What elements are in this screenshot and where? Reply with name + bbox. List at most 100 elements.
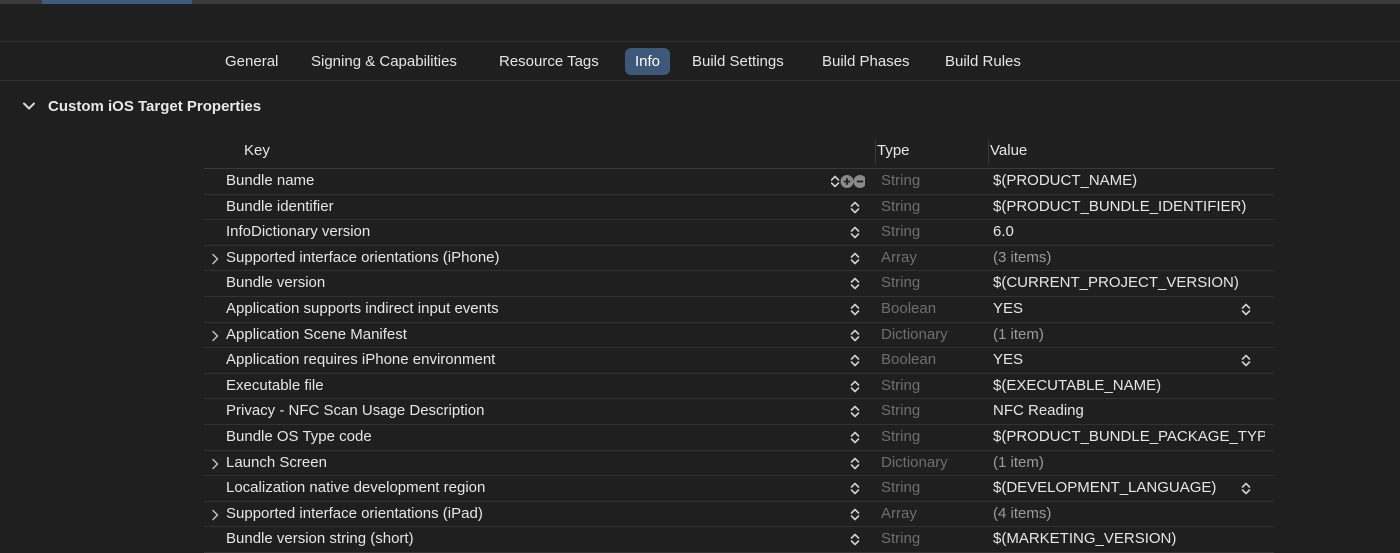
- row-value[interactable]: (1 item): [993, 451, 1265, 475]
- value-popup-stepper-icon[interactable]: [1240, 353, 1252, 368]
- row-key[interactable]: Bundle OS Type code: [226, 425, 372, 449]
- row-key[interactable]: Application supports indirect input even…: [226, 297, 499, 321]
- row-type[interactable]: String: [881, 220, 920, 244]
- row-key[interactable]: InfoDictionary version: [226, 220, 370, 244]
- table-row[interactable]: Executable file String $(EXECUTABLE_NAME): [204, 374, 1274, 400]
- tab-general[interactable]: General: [215, 48, 288, 75]
- row-type[interactable]: Array: [881, 502, 917, 526]
- tab-build-settings[interactable]: Build Settings: [682, 48, 794, 75]
- value-popup-stepper-icon[interactable]: [1240, 481, 1252, 496]
- table-row[interactable]: Supported interface orientations (iPhone…: [204, 246, 1274, 272]
- key-popup-stepper-icon[interactable]: [849, 251, 861, 266]
- row-type[interactable]: String: [881, 195, 920, 219]
- row-type[interactable]: String: [881, 169, 920, 193]
- tab-signing-capabilities[interactable]: Signing & Capabilities: [301, 48, 467, 75]
- row-value[interactable]: (1 item): [993, 323, 1265, 347]
- key-popup-stepper-icon[interactable]: [849, 456, 861, 471]
- column-header-type[interactable]: Type: [877, 138, 910, 168]
- chevron-down-icon[interactable]: [22, 99, 36, 113]
- tab-build-phases[interactable]: Build Phases: [812, 48, 920, 75]
- row-key[interactable]: Localization native development region: [226, 476, 485, 500]
- row-key[interactable]: Supported interface orientations (iPad): [226, 502, 483, 526]
- row-key[interactable]: Executable file: [226, 374, 324, 398]
- key-popup-stepper-icon[interactable]: [849, 225, 861, 240]
- tab-build-rules[interactable]: Build Rules: [935, 48, 1031, 75]
- row-value[interactable]: (3 items): [993, 246, 1265, 270]
- table-row[interactable]: Launch Screen Dictionary (1 item): [204, 451, 1274, 477]
- info-plist-table: Key Type Value Bundle name String $(PRODUC…: [204, 138, 1274, 553]
- tab-info[interactable]: Info: [625, 48, 671, 75]
- row-key[interactable]: Bundle version string (short): [226, 527, 414, 551]
- table-row[interactable]: Application requires iPhone environment B…: [204, 348, 1274, 374]
- column-header-key[interactable]: Key: [244, 138, 270, 168]
- row-type[interactable]: String: [881, 476, 920, 500]
- key-popup-stepper-icon[interactable]: [849, 200, 861, 215]
- row-type[interactable]: String: [881, 425, 920, 449]
- row-value[interactable]: $(MARKETING_VERSION): [993, 527, 1265, 551]
- disclosure-chevron-right-icon[interactable]: [210, 329, 220, 341]
- row-key[interactable]: Bundle name: [226, 169, 314, 193]
- key-popup-stepper-icon[interactable]: [849, 302, 861, 317]
- row-key[interactable]: Privacy - NFC Scan Usage Description: [226, 399, 484, 423]
- key-popup-stepper-icon[interactable]: [849, 353, 861, 368]
- row-type[interactable]: String: [881, 399, 920, 423]
- column-separator[interactable]: [875, 140, 876, 164]
- section-title: Custom iOS Target Properties: [48, 97, 262, 115]
- section-header[interactable]: Custom iOS Target Properties: [22, 96, 261, 116]
- value-popup-stepper-icon[interactable]: [1240, 302, 1252, 317]
- row-value[interactable]: $(PRODUCT_BUNDLE_PACKAGE_TYP: [993, 425, 1265, 449]
- key-popup-stepper-icon[interactable]: [849, 404, 861, 419]
- table-row[interactable]: Bundle version string (short) String $(MAR…: [204, 527, 1274, 553]
- active-editor-tab-indicator: [42, 0, 192, 4]
- row-value[interactable]: $(PRODUCT_BUNDLE_IDENTIFIER): [993, 195, 1265, 219]
- key-popup-stepper-icon[interactable]: [849, 507, 861, 522]
- table-row[interactable]: Supported interface orientations (iPad) A…: [204, 502, 1274, 528]
- row-key[interactable]: Bundle version: [226, 271, 325, 295]
- row-value[interactable]: YES: [993, 348, 1265, 372]
- key-popup-stepper-icon[interactable]: [849, 379, 861, 394]
- table-row[interactable]: Bundle name String $(PRODUCT_NAME): [204, 169, 1274, 195]
- table-row[interactable]: Application supports indirect input even…: [204, 297, 1274, 323]
- disclosure-chevron-right-icon[interactable]: [210, 508, 220, 520]
- row-key[interactable]: Supported interface orientations (iPhone…: [226, 246, 500, 270]
- disclosure-chevron-right-icon[interactable]: [210, 252, 220, 265]
- row-type[interactable]: Array: [881, 246, 917, 270]
- column-header-value[interactable]: Value: [990, 138, 1027, 168]
- key-popup-stepper-icon[interactable]: [849, 276, 861, 291]
- row-key[interactable]: Application Scene Manifest: [226, 323, 407, 347]
- table-row[interactable]: Localization native development region St…: [204, 476, 1274, 502]
- row-value[interactable]: NFC Reading: [993, 399, 1265, 423]
- row-value[interactable]: (4 items): [993, 502, 1265, 526]
- row-value[interactable]: $(CURRENT_PROJECT_VERSION): [993, 271, 1265, 295]
- tab-resource-tags[interactable]: Resource Tags: [489, 48, 609, 75]
- row-type[interactable]: Boolean: [881, 297, 936, 321]
- table-row[interactable]: Bundle OS Type code String $(PRODUCT_BUNDL…: [204, 425, 1274, 451]
- table-row[interactable]: Privacy - NFC Scan Usage Description Stri…: [204, 399, 1274, 425]
- table-row[interactable]: Bundle identifier String $(PRODUCT_BUNDLE_…: [204, 195, 1274, 221]
- key-popup-stepper-icon[interactable]: [849, 328, 861, 343]
- row-value[interactable]: $(EXECUTABLE_NAME): [993, 374, 1265, 398]
- key-popup-stepper-icon[interactable]: [849, 532, 861, 547]
- row-type[interactable]: String: [881, 374, 920, 398]
- key-stepper-add-remove-controls[interactable]: [830, 174, 867, 189]
- row-type[interactable]: String: [881, 527, 920, 551]
- row-type[interactable]: Boolean: [881, 348, 936, 372]
- row-value[interactable]: $(PRODUCT_NAME): [993, 169, 1265, 193]
- row-key[interactable]: Bundle identifier: [226, 195, 334, 219]
- key-popup-stepper-icon[interactable]: [849, 481, 861, 496]
- row-type[interactable]: String: [881, 271, 920, 295]
- row-key[interactable]: Launch Screen: [226, 451, 327, 475]
- table-row[interactable]: InfoDictionary version String 6.0: [204, 220, 1274, 246]
- row-value[interactable]: $(DEVELOPMENT_LANGUAGE): [993, 476, 1265, 500]
- row-key[interactable]: Application requires iPhone environment: [226, 348, 495, 372]
- row-value[interactable]: YES: [993, 297, 1265, 321]
- table-row[interactable]: Application Scene Manifest Dictionary (1 i…: [204, 323, 1274, 349]
- row-type[interactable]: Dictionary: [881, 323, 948, 347]
- divider: [0, 80, 1400, 81]
- column-separator[interactable]: [988, 140, 989, 164]
- key-popup-stepper-icon[interactable]: [849, 430, 861, 445]
- table-row[interactable]: Bundle version String $(CURRENT_PROJECT_VE…: [204, 271, 1274, 297]
- disclosure-chevron-right-icon[interactable]: [210, 457, 220, 469]
- row-type[interactable]: Dictionary: [881, 451, 948, 475]
- row-value[interactable]: 6.0: [993, 220, 1265, 244]
